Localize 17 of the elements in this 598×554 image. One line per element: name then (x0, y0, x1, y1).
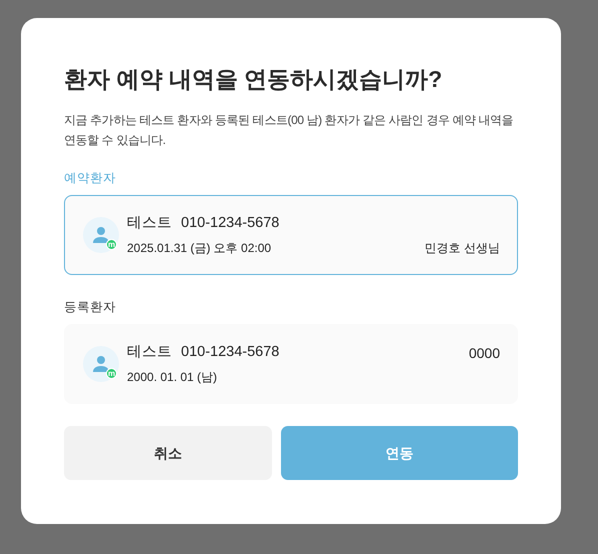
dialog-description: 지금 추가하는 테스트 환자와 등록된 테스트(00 남) 환자가 같은 사람인 경우 예약 내역을 연동할 수 있습니다. (64, 112, 514, 149)
patient-name: 테스트 (127, 214, 172, 234)
chart-number: 0000 (468, 344, 500, 362)
badge: m (106, 239, 117, 250)
person-icon (92, 355, 110, 373)
doctor-name: 민경호 선생님 (424, 240, 500, 257)
dialog-title: 환자 예약 내역을 연동하시겠습니까? (64, 65, 444, 94)
patient-detail: 2000. 01. 01 (남) (127, 368, 218, 386)
cancel-button[interactable]: 취소 (64, 426, 272, 480)
patient-phone: 010-1234-5678 (181, 343, 280, 362)
patient-name: 테스트 (127, 343, 172, 362)
patient-phone: 010-1234-5678 (181, 214, 280, 234)
section-label: 예약환자 (64, 170, 117, 186)
person-icon (92, 226, 110, 244)
patient-detail: 2025.01.31 (금) 오후 02:00 (127, 240, 272, 257)
badge: m (106, 368, 117, 379)
section-label: 등록환자 (64, 299, 117, 315)
